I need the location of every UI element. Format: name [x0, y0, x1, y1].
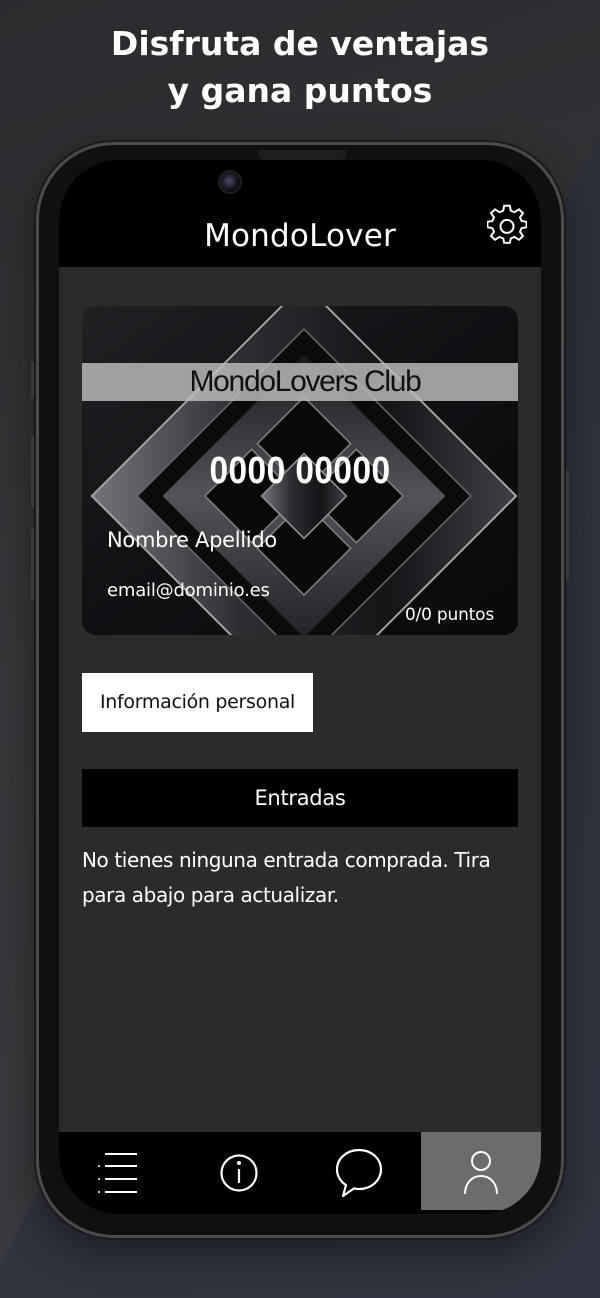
tab-chat[interactable]	[299, 1132, 419, 1214]
promo-headline: Disfruta de ventajas y gana puntos	[0, 20, 600, 114]
info-icon	[220, 1154, 258, 1192]
tab-bar	[59, 1132, 541, 1214]
profile-content[interactable]: MondoLovers Club 0000 00000 Nombre Apell…	[59, 267, 541, 1132]
list-icon	[98, 1153, 137, 1193]
phone-speaker	[258, 150, 346, 160]
card-points: 0/0 puntos	[404, 605, 494, 625]
personal-info-button[interactable]: Información personal	[82, 673, 313, 732]
chat-icon	[335, 1148, 383, 1198]
front-camera	[218, 170, 242, 194]
entries-header: Entradas	[82, 769, 518, 827]
home-indicator-area	[59, 1210, 541, 1214]
phone-power-button	[564, 470, 569, 580]
phone-screen: MondoLover MondoLovers Club 0000 00000 N…	[59, 160, 541, 1214]
card-club-name: MondoLovers Club	[189, 365, 421, 398]
gear-icon[interactable]	[487, 204, 527, 248]
card-holder-email: email@dominio.es	[107, 580, 270, 601]
promo-line-1: Disfruta de ventajas	[110, 24, 490, 63]
card-number: 0000 00000	[209, 450, 391, 492]
tab-profile[interactable]	[421, 1132, 541, 1214]
tab-menu[interactable]	[59, 1132, 179, 1214]
entries-empty-message: No tienes ninguna entrada comprada. Tira…	[82, 848, 491, 907]
membership-card: MondoLovers Club 0000 00000 Nombre Apell…	[82, 306, 518, 635]
app-title: MondoLover	[204, 218, 396, 254]
promo-line-2: y gana puntos	[167, 71, 433, 110]
card-holder-name: Nombre Apellido	[107, 528, 277, 552]
user-icon	[464, 1151, 498, 1195]
tab-info[interactable]	[179, 1132, 299, 1214]
